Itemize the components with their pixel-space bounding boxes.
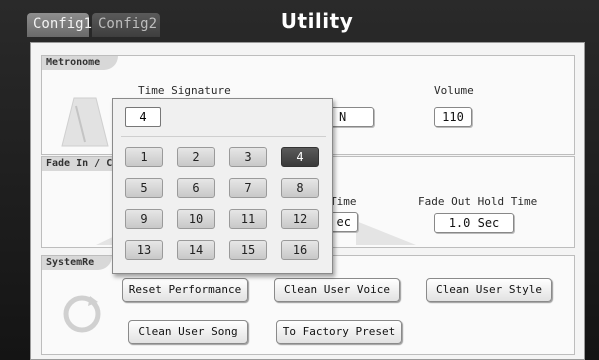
keypad-key-6[interactable]: 6 — [177, 178, 215, 198]
keypad-key-8[interactable]: 8 — [281, 178, 319, 198]
fade-out-hold-label: Fade Out Hold Time — [418, 195, 538, 208]
time-signature-keypad-popup: 4 1 2 3 4 5 6 7 8 9 10 11 12 13 14 15 16 — [112, 98, 333, 274]
keypad-key-7[interactable]: 7 — [229, 178, 267, 198]
keypad-key-4[interactable]: 4 — [281, 147, 319, 167]
clean-user-song-button[interactable]: Clean User Song — [128, 320, 248, 344]
utility-screen: Config1 Config2 Utility Metronome Time S… — [0, 0, 599, 360]
keypad-key-11[interactable]: 11 — [229, 209, 267, 229]
keypad-key-10[interactable]: 10 — [177, 209, 215, 229]
keypad-key-3[interactable]: 3 — [229, 147, 267, 167]
page-title: Utility — [280, 9, 354, 33]
system-section-label: SystemRe — [42, 256, 113, 270]
metronome-section-label: Metronome — [42, 56, 119, 70]
keypad-key-14[interactable]: 14 — [177, 240, 215, 260]
keypad-value-display: 4 — [125, 107, 161, 127]
keypad-divider — [121, 136, 326, 137]
keypad-key-13[interactable]: 13 — [125, 240, 163, 260]
volume-value[interactable]: 110 — [434, 107, 472, 127]
keypad-key-9[interactable]: 9 — [125, 209, 163, 229]
fade-out-hold-value[interactable]: 1.0 Sec — [434, 213, 514, 233]
clean-user-style-button[interactable]: Clean User Style — [426, 278, 552, 302]
reset-performance-button[interactable]: Reset Performance — [122, 278, 248, 302]
keypad-key-5[interactable]: 5 — [125, 178, 163, 198]
clean-user-voice-button[interactable]: Clean User Voice — [274, 278, 400, 302]
reset-cycle-icon — [63, 295, 101, 333]
factory-preset-button[interactable]: To Factory Preset — [276, 320, 402, 344]
fade-in-time-label: Time — [330, 195, 357, 208]
keypad-key-2[interactable]: 2 — [177, 147, 215, 167]
keypad-key-1[interactable]: 1 — [125, 147, 163, 167]
time-signature-label: Time Signature — [138, 84, 231, 97]
metronome-icon — [61, 97, 109, 147]
keypad-key-16[interactable]: 16 — [281, 240, 319, 260]
volume-label: Volume — [434, 84, 474, 97]
keypad-key-15[interactable]: 15 — [229, 240, 267, 260]
keypad-key-12[interactable]: 12 — [281, 209, 319, 229]
tab-config1[interactable]: Config1 — [27, 13, 92, 37]
fade-ramp-right — [356, 221, 416, 245]
tab-config2[interactable]: Config2 — [92, 13, 160, 37]
